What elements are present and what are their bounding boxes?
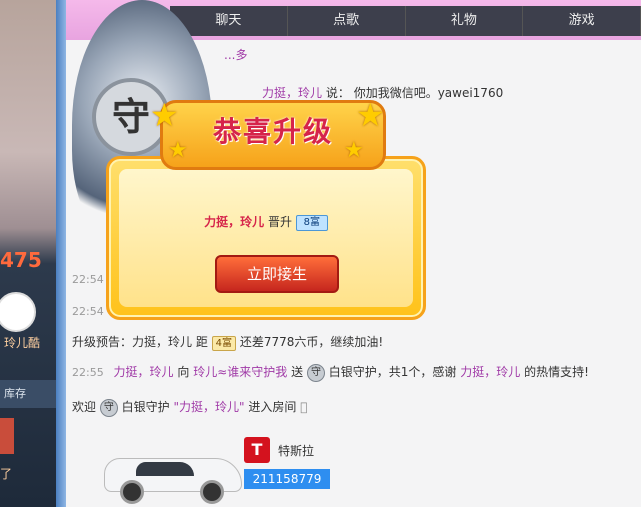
gift-to: 向 (177, 365, 190, 379)
left-sidebar: 475 玲儿酷 库存 了 (0, 0, 56, 507)
nav-bar: 聊天 点歌 礼物 游戏 (170, 6, 641, 36)
timestamp: 22:55 (72, 366, 104, 379)
star-icon: ★ (344, 138, 364, 163)
welcome-badge: 白银守护 (121, 400, 170, 414)
chat-line-time-2: 22:54 (72, 304, 110, 318)
tab-songs[interactable]: 点歌 (288, 6, 406, 36)
level-badge: 8富 (295, 214, 328, 231)
levelup-dialog: 力挺，玲儿 晋升 8富 立即接生 (106, 156, 426, 320)
bottom-tag: 了 (0, 467, 13, 481)
chat-verb: 说： (325, 86, 350, 100)
welcome-name[interactable]: "力挺，玲儿" (174, 400, 245, 414)
star-icon: ★ (150, 96, 179, 134)
gift-send: 送 (291, 365, 304, 379)
accept-button[interactable]: 立即接生 (215, 255, 339, 293)
levelup-user[interactable]: 力挺，玲儿 (204, 215, 264, 229)
score-counter: 475 (0, 248, 42, 272)
tab-gifts[interactable]: 礼物 (406, 6, 524, 36)
upgrade-prefix: 升级预告：力挺，玲儿 距 (72, 335, 208, 349)
gift-line: 22:55 力挺，玲儿 向 玲儿≈谁来守护我 送 守 白银守护，共1个，感谢 力… (72, 363, 589, 382)
levelup-verb: 晋升 (268, 215, 293, 229)
car-gift-name: 特斯拉 (278, 444, 315, 458)
avatar[interactable] (0, 292, 36, 332)
car-gift-image (104, 438, 244, 504)
gift-thanks-user[interactable]: 力挺，玲儿 (460, 365, 520, 379)
welcome-line: 欢迎 守 白银守护 "力挺，玲儿" 进入房间  (72, 398, 307, 417)
ribbon-decoration (0, 418, 14, 454)
wealth-medal: 4富 (211, 336, 237, 351)
apple-icon:  (300, 400, 307, 414)
levelup-message: 力挺，玲儿 晋升 8富 (119, 213, 413, 231)
upgrade-suffix: 还差7778六币，继续加油! (239, 335, 384, 349)
welcome-word: 欢迎 (72, 400, 97, 414)
gift-desc: 白银守护，共1个，感谢 (328, 365, 457, 379)
header-link[interactable]: ...多 (224, 46, 247, 63)
tab-games[interactable]: 游戏 (523, 6, 641, 36)
star-icon: ★ (356, 96, 385, 134)
chat-line-time-1: 22:54 (72, 272, 110, 286)
levelup-title-text: 恭喜升级 (212, 115, 333, 148)
avatar-tag: 玲儿酷 (4, 336, 41, 350)
shield-icon: 守 (99, 398, 118, 417)
timestamp: 22:54 (72, 273, 104, 286)
timestamp: 22:54 (72, 305, 104, 318)
welcome-end: 进入房间 (248, 400, 297, 414)
gift-sender[interactable]: 力挺，玲儿 (114, 365, 174, 379)
gift-target[interactable]: 玲儿≈谁来守护我 (193, 365, 287, 379)
tesla-logo-icon: T (244, 437, 270, 463)
star-icon: ★ (168, 138, 188, 163)
chat-user[interactable]: 力挺，玲儿 (262, 86, 322, 100)
stock-button[interactable]: 库存 (0, 380, 56, 408)
gift-end: 的热情支持! (524, 365, 589, 379)
upgrade-notice: 升级预告：力挺，玲儿 距 4富 还差7778六币，继续加油! (72, 333, 383, 351)
car-gift-id[interactable]: 211158779 (244, 469, 330, 489)
sidebar-divider (56, 0, 66, 507)
shield-icon: 守 (306, 363, 325, 382)
